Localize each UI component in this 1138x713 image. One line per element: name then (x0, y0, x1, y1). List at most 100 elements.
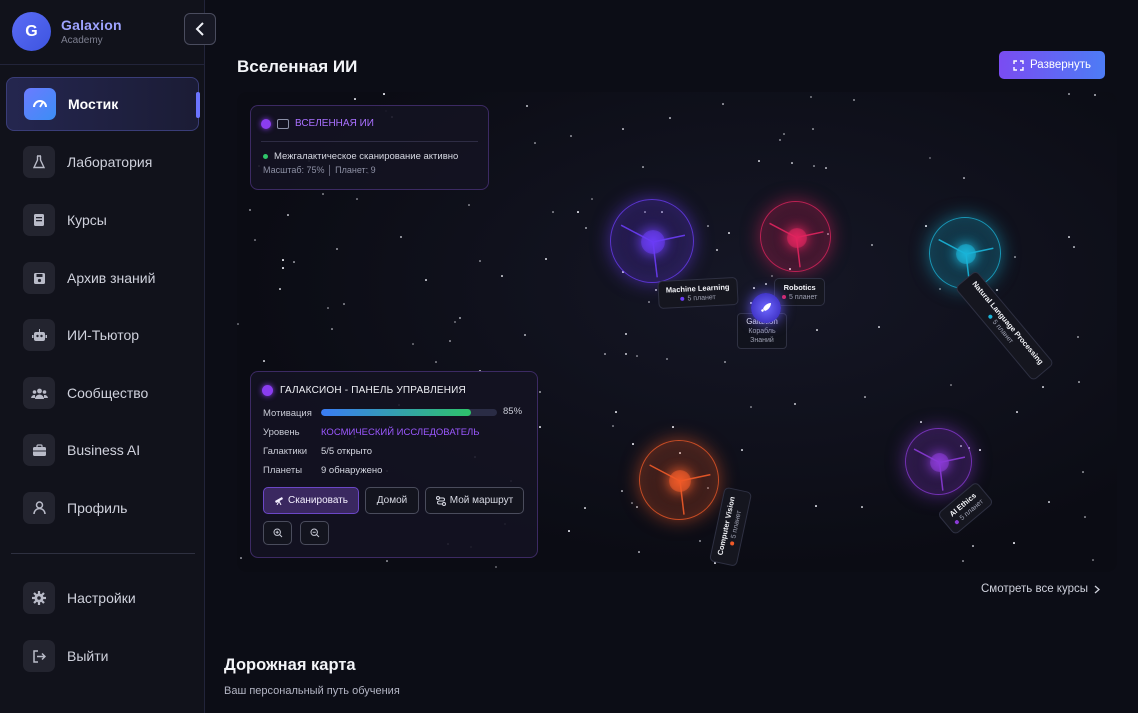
rocket-icon (761, 303, 771, 312)
info-panel-title: ВСЕЛЕННАЯ ИИ (295, 118, 374, 129)
star (655, 289, 657, 291)
star (1068, 236, 1070, 238)
star (1068, 93, 1070, 95)
my-route-button[interactable]: Мой маршрут (425, 487, 524, 514)
star (584, 507, 586, 509)
star (625, 333, 627, 335)
star (585, 227, 587, 229)
star (449, 340, 451, 342)
star (962, 560, 964, 562)
planet-label-nlp[interactable]: Natural Language Processing 5 планет (954, 270, 1055, 382)
star (1092, 559, 1094, 561)
scan-button[interactable]: Сканировать (263, 487, 359, 514)
level-label: Уровень (263, 427, 300, 438)
sidebar-item-archive[interactable]: Архив знаний (6, 251, 199, 305)
star (1048, 501, 1050, 503)
planet-count-text: 5 планет (687, 294, 716, 303)
sidebar-item-logout[interactable]: Выйти (6, 629, 199, 683)
star (815, 505, 817, 507)
star (1014, 256, 1016, 258)
star (249, 209, 251, 211)
star (1094, 94, 1096, 96)
active-indicator (196, 92, 200, 118)
star (468, 204, 470, 206)
ai-universe-map[interactable]: ВСЕЛЕННАЯ ИИ Межгалактическое сканирован… (237, 92, 1117, 572)
star (707, 225, 709, 227)
star (1078, 381, 1080, 383)
roadmap-subtitle: Ваш персональный путь обучения (224, 685, 400, 697)
star (871, 244, 873, 246)
star (816, 329, 818, 331)
knowledge-ship[interactable] (751, 293, 781, 323)
scan-status: Межгалактическое сканирование активно (263, 151, 458, 162)
sidebar-item-community[interactable]: Сообщество (6, 366, 199, 420)
home-button[interactable]: Домой (365, 487, 419, 514)
sidebar-item-settings[interactable]: Настройки (6, 571, 199, 625)
planet-label-machine-learning[interactable]: Machine Learning 5 планет (657, 276, 739, 310)
zoom-in-button[interactable] (263, 521, 292, 545)
planet-rays (649, 464, 711, 515)
star (972, 545, 974, 547)
sidebar-item-label: ИИ-Тьютор (67, 327, 140, 343)
star (864, 396, 866, 398)
planet-label-robotics[interactable]: Robotics 5 планет (774, 278, 826, 306)
sidebar-item-lab[interactable]: Лаборатория (6, 135, 199, 189)
my-route-button-label: Мой маршрут (449, 495, 514, 506)
planet-computer-vision[interactable] (639, 440, 719, 520)
sidebar-item-courses[interactable]: Курсы (6, 193, 199, 247)
motivation-progress-fill (321, 409, 471, 416)
status-dot (261, 118, 271, 129)
sidebar-item-profile[interactable]: Профиль (6, 481, 199, 535)
brand-subtitle: Academy (61, 35, 103, 46)
star (539, 426, 541, 428)
planet-color-dot (987, 314, 994, 320)
star (534, 142, 536, 144)
star (779, 139, 781, 141)
star (615, 411, 617, 413)
dashboard-icon (24, 88, 56, 120)
star (524, 334, 526, 336)
sidebar-divider (0, 64, 205, 65)
star (950, 384, 952, 386)
chevron-right-icon (1094, 585, 1100, 593)
star (810, 96, 812, 98)
star (783, 133, 785, 135)
view-all-label: Смотреть все курсы (981, 583, 1088, 595)
star (282, 259, 284, 261)
star (331, 328, 333, 330)
motivation-progress (321, 409, 497, 416)
planet-machine-learning[interactable] (610, 199, 694, 283)
star (604, 353, 606, 355)
star (612, 425, 614, 427)
star (591, 198, 593, 200)
sidebar-item-bridge[interactable]: Мостик (6, 77, 200, 131)
planet-rays (769, 222, 824, 268)
planet-rays (620, 224, 686, 278)
control-panel-header: ГАЛАКСИОН - ПАНЕЛЬ УПРАВЛЕНИЯ (262, 385, 466, 396)
expand-button[interactable]: Развернуть (999, 51, 1105, 79)
home-button-label: Домой (376, 495, 408, 506)
star (853, 99, 855, 101)
planet-name: Natural Language Processing (970, 279, 1046, 367)
sidebar-item-business-ai[interactable]: Business AI (6, 423, 199, 477)
star (386, 560, 388, 562)
star (322, 193, 324, 195)
star (728, 232, 730, 234)
collapse-sidebar-button[interactable] (184, 13, 216, 45)
star (479, 260, 481, 262)
star (812, 128, 814, 130)
fullscreen-icon (1013, 59, 1024, 71)
view-all-courses-link[interactable]: Смотреть все курсы (981, 583, 1100, 595)
user-icon (23, 492, 55, 524)
brand[interactable]: G Galaxion Academy (12, 12, 122, 51)
page-title: Вселенная ИИ (237, 57, 358, 76)
zoom-out-button[interactable] (300, 521, 329, 545)
planet-ai-ethics[interactable] (905, 428, 972, 495)
star (454, 321, 456, 323)
roadmap-title: Дорожная карта (224, 656, 356, 674)
flask-icon (23, 146, 55, 178)
sidebar-item-ai-tutor[interactable]: ИИ-Тьютор (6, 308, 199, 362)
star (636, 506, 638, 508)
planet-robotics[interactable] (760, 201, 831, 272)
sidebar: G Galaxion Academy Мостик Лаборатория Ку… (0, 0, 205, 713)
